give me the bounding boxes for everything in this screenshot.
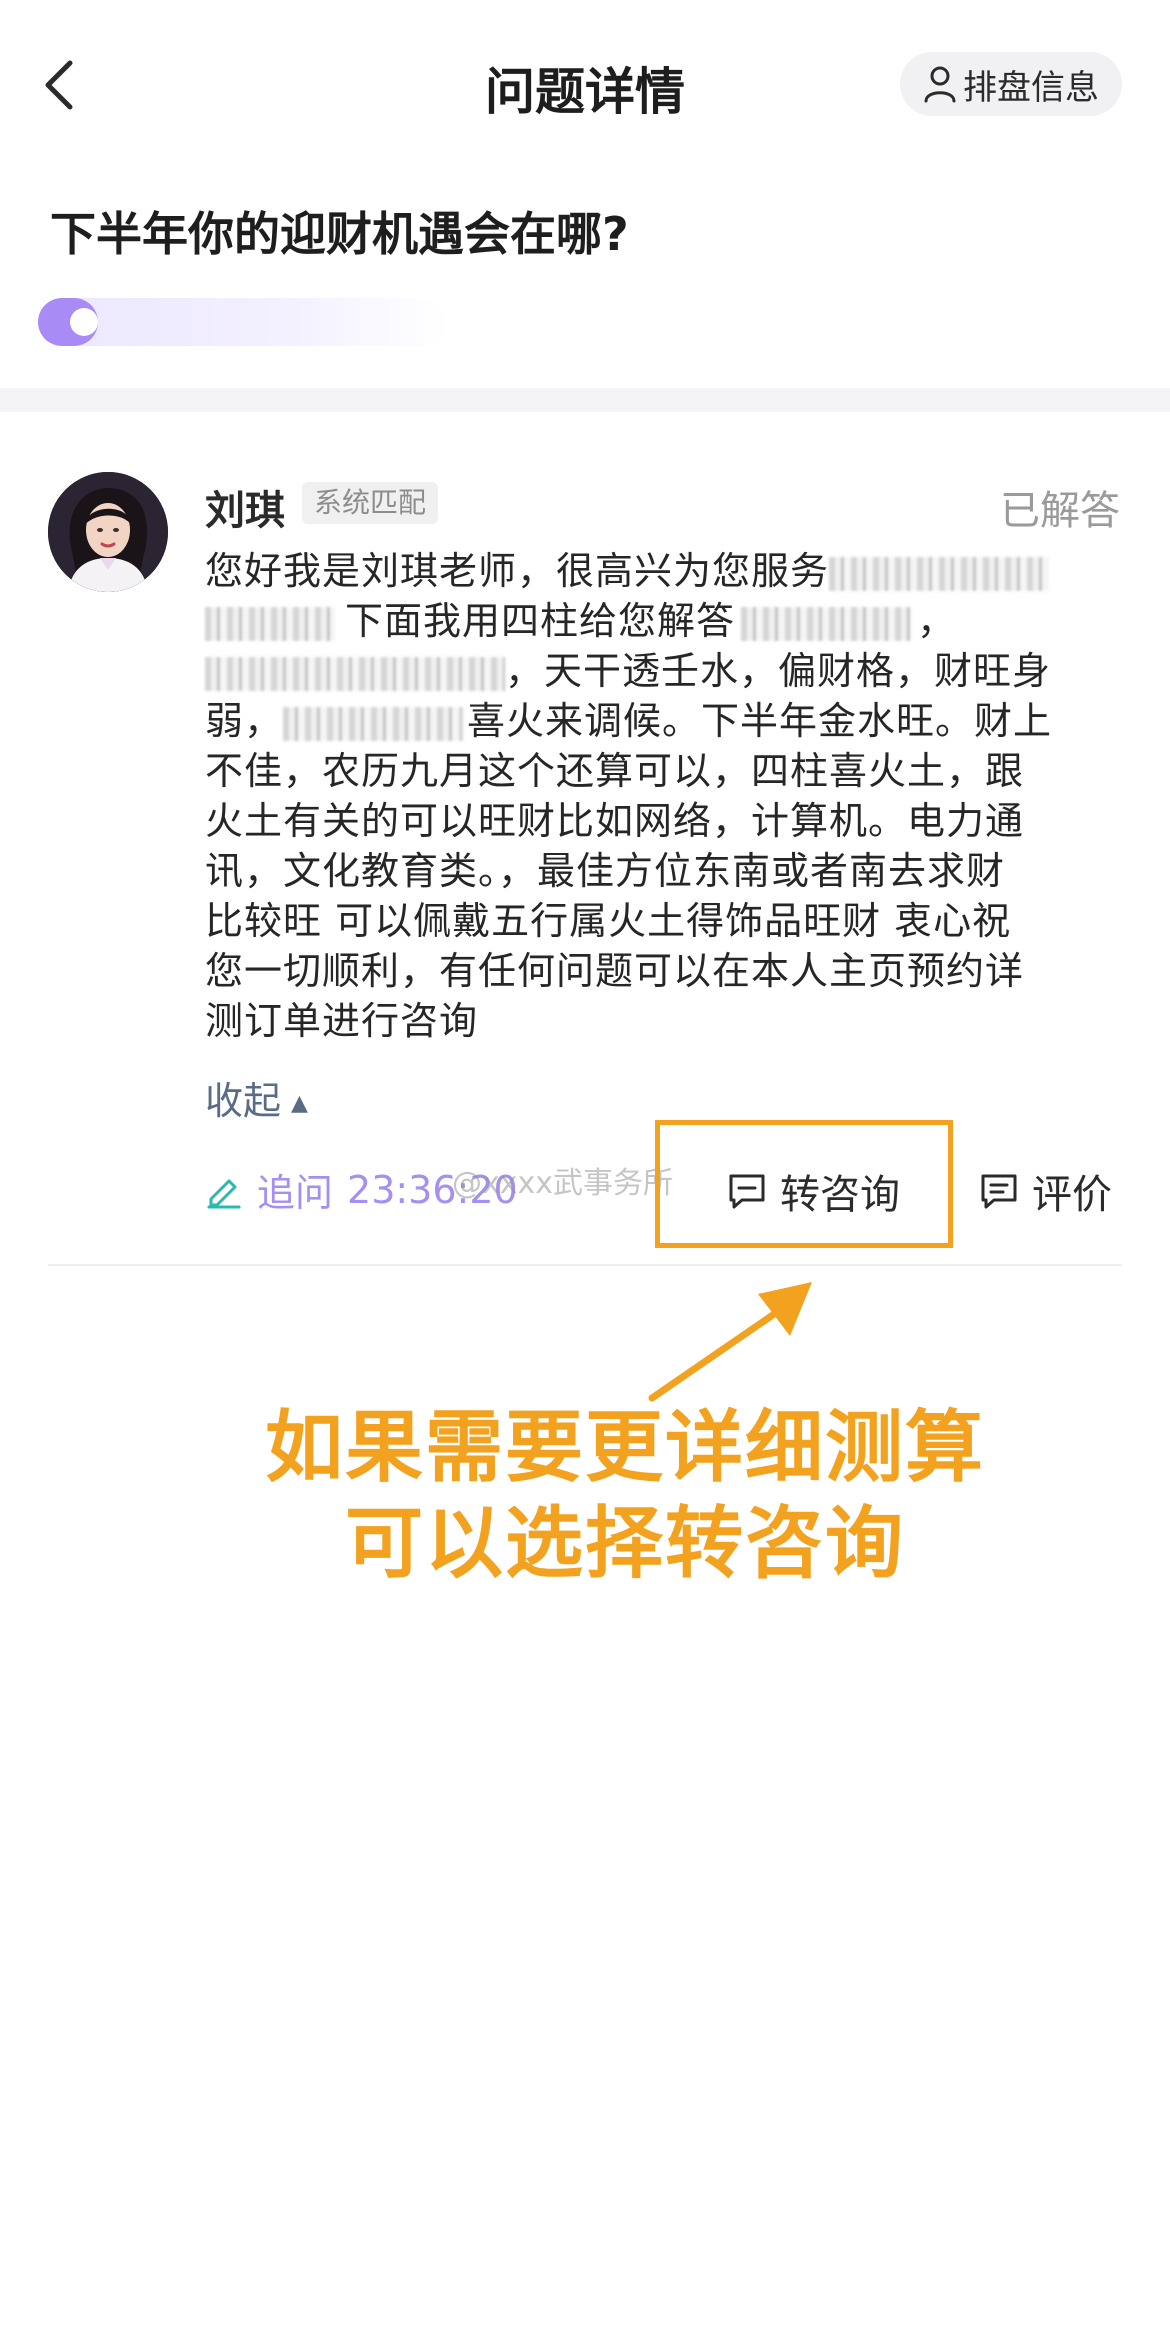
- progress-track: [38, 298, 448, 346]
- collapse-button[interactable]: 收起 ▲: [205, 1070, 308, 1125]
- annotation-line-1: 如果需要更详细测算: [264, 1403, 985, 1493]
- watermark: @xxxx武事务所: [452, 1166, 674, 1201]
- annotation-line-2: 可以选择转咨询: [344, 1499, 905, 1589]
- card-divider: [48, 1264, 1122, 1266]
- master-name: 刘琪: [205, 488, 285, 534]
- redacted-block: [283, 706, 464, 741]
- answer-line-8: 比较旺 可以佩戴五行属火土得饰品旺财 衷心祝: [205, 899, 1012, 943]
- progress-knob: [70, 308, 98, 336]
- master-portrait-icon: [48, 472, 168, 592]
- rate-button[interactable]: 评价: [978, 1162, 1112, 1220]
- answer-line-10: 测订单进行咨询: [205, 999, 479, 1043]
- answer-line-9: 您一切顺利，有任何问题可以在本人主页预约详: [205, 949, 1025, 993]
- comment-icon: [981, 1174, 1017, 1209]
- rate-label: 评价: [1032, 1172, 1112, 1218]
- caret-up-icon: ▲: [291, 1091, 308, 1116]
- question-title: 下半年你的迎财机遇会在哪?: [50, 207, 629, 261]
- answer-line-5: 不佳，农历九月这个还算可以，四柱喜火土，跟: [205, 749, 1025, 793]
- redacted-block: [205, 656, 505, 691]
- pencil-icon: [207, 1179, 241, 1208]
- pan-info-button[interactable]: 排盘信息: [900, 52, 1122, 116]
- redacted-block: [829, 556, 1050, 591]
- user-icon: [924, 66, 956, 103]
- redacted-block: [205, 606, 335, 641]
- answer-line-2: 下面我用四柱给您解答，: [205, 596, 1120, 646]
- answer-line-4: 弱， 喜火来调候。下半年金水旺。财上: [205, 699, 1053, 743]
- pan-info-label: 排盘信息: [963, 67, 1099, 108]
- followup-label: 追问: [257, 1171, 334, 1215]
- collapse-label: 收起: [205, 1079, 282, 1123]
- consult-highlight-box: [655, 1120, 953, 1248]
- annotation-text: 如果需要更详细测算 可以选择转咨询: [0, 1400, 1170, 1592]
- avatar[interactable]: [48, 472, 168, 592]
- answer-line-3: ，天干透壬水，偏财格，财旺身: [205, 646, 1120, 696]
- answer-line-6: 火土有关的可以旺财比如网络，计算机。电力通: [205, 799, 1025, 843]
- redacted-block: [741, 606, 912, 641]
- match-tag: 系统匹配: [302, 482, 439, 524]
- answer-status: 已解答: [1000, 488, 1120, 534]
- answer-line-1: 您好我是刘琪老师，很高兴为您服务: [205, 546, 1120, 596]
- section-divider: [0, 388, 1170, 412]
- arrow-icon: [648, 1282, 812, 1402]
- answer-text: 您好我是刘琪老师，很高兴为您服务 下面我用四柱给您解答， ，天干透壬水，偏财格，…: [205, 546, 1120, 1046]
- answer-line-7: 讯，文化教育类。，最佳方位东南或者南去求财: [205, 849, 1006, 893]
